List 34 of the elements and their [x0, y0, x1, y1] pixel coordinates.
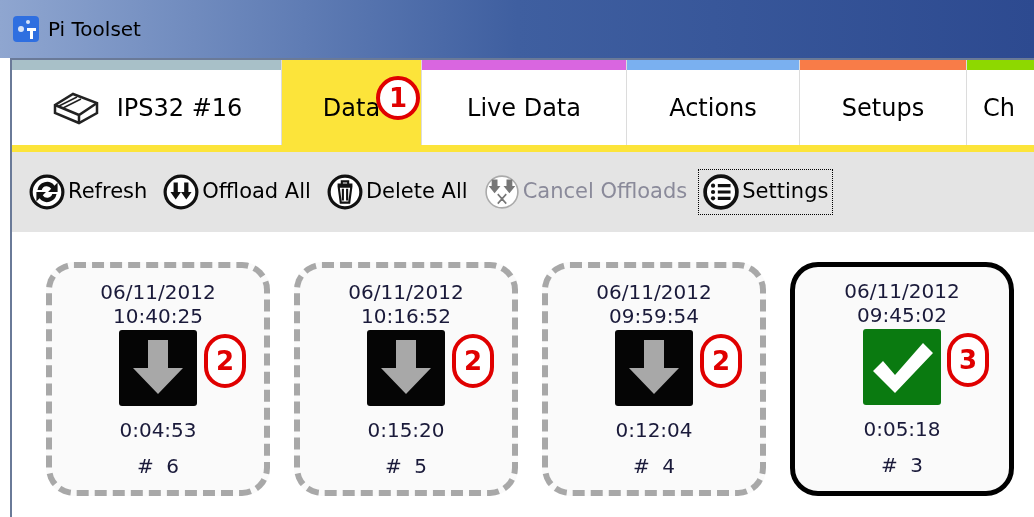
record-duration: 0:04:53 — [119, 418, 197, 442]
refresh-icon — [29, 174, 65, 210]
toolbar-button[interactable]: Settings — [698, 169, 834, 215]
toolbar-button[interactable]: Offload All — [158, 169, 316, 215]
record-duration: 0:12:04 — [615, 418, 693, 442]
trash-icon — [326, 174, 363, 210]
record-card[interactable]: 06/11/2012 09:59:54 0:12:04 # 4 2 — [542, 262, 766, 496]
callout-number: 3 — [947, 333, 989, 387]
record-time: 09:59:54 — [609, 304, 699, 328]
record-card[interactable]: 06/11/2012 10:16:52 0:15:20 # 5 2 — [294, 262, 518, 496]
record-date: 06/11/2012 — [348, 280, 464, 304]
record-number: # 6 — [136, 454, 180, 478]
record-number: # 4 — [632, 454, 676, 478]
callout-number: 2 — [700, 334, 742, 388]
window-title: Pi Toolset — [48, 16, 141, 43]
record-time: 10:16:52 — [361, 304, 451, 328]
record-card[interactable]: 06/11/2012 09:45:02 0:05:18 # 3 3 — [790, 262, 1014, 496]
record-date: 06/11/2012 — [100, 280, 216, 304]
app-icon — [12, 15, 40, 43]
record-date: 06/11/2012 — [596, 280, 712, 304]
record-date: 06/11/2012 — [844, 279, 960, 303]
toolbar-button[interactable]: Delete All — [321, 169, 473, 215]
record-time: 10:40:25 — [113, 304, 203, 328]
callout-number: 2 — [452, 334, 494, 388]
record-duration: 0:15:20 — [367, 418, 445, 442]
record-number: # 5 — [384, 454, 428, 478]
callout-number: 2 — [204, 334, 246, 388]
record-number: # 3 — [880, 453, 924, 477]
list-icon — [703, 174, 740, 210]
toolbar-button[interactable]: Refresh — [24, 169, 153, 215]
record-card[interactable]: 06/11/2012 10:40:25 0:04:53 # 6 2 — [46, 262, 270, 496]
record-duration: 0:05:18 — [863, 417, 941, 441]
cancel-arrows-icon — [483, 174, 520, 210]
record-time: 09:45:02 — [857, 303, 947, 327]
